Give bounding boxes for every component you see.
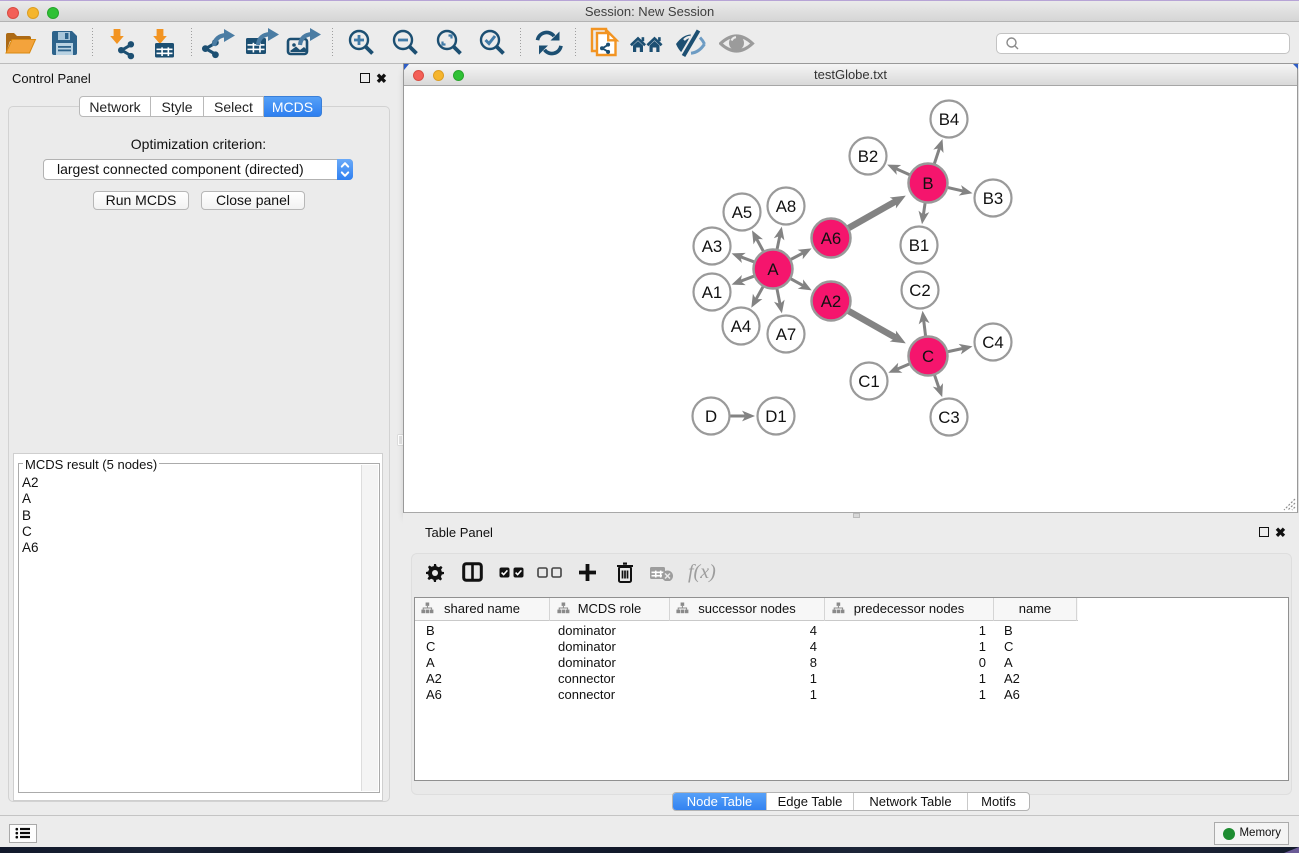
svg-text:D: D: [705, 407, 717, 426]
svg-text:D1: D1: [765, 407, 786, 426]
svg-text:A5: A5: [732, 203, 753, 222]
svg-text:B3: B3: [983, 189, 1004, 208]
svg-text:B1: B1: [909, 236, 930, 255]
svg-text:A: A: [767, 260, 779, 279]
svg-text:A6: A6: [821, 229, 842, 248]
svg-text:C: C: [922, 347, 934, 366]
svg-text:A7: A7: [776, 325, 797, 344]
svg-text:C2: C2: [909, 281, 930, 300]
svg-text:C1: C1: [858, 372, 879, 391]
svg-text:C4: C4: [982, 333, 1003, 352]
svg-text:A8: A8: [776, 197, 797, 216]
svg-text:C3: C3: [938, 408, 959, 427]
svg-text:A2: A2: [821, 292, 842, 311]
svg-text:A1: A1: [702, 283, 723, 302]
svg-text:B2: B2: [858, 147, 879, 166]
svg-text:B: B: [922, 174, 933, 193]
svg-text:A4: A4: [731, 317, 752, 336]
svg-text:A3: A3: [702, 237, 723, 256]
svg-text:B4: B4: [939, 110, 960, 129]
